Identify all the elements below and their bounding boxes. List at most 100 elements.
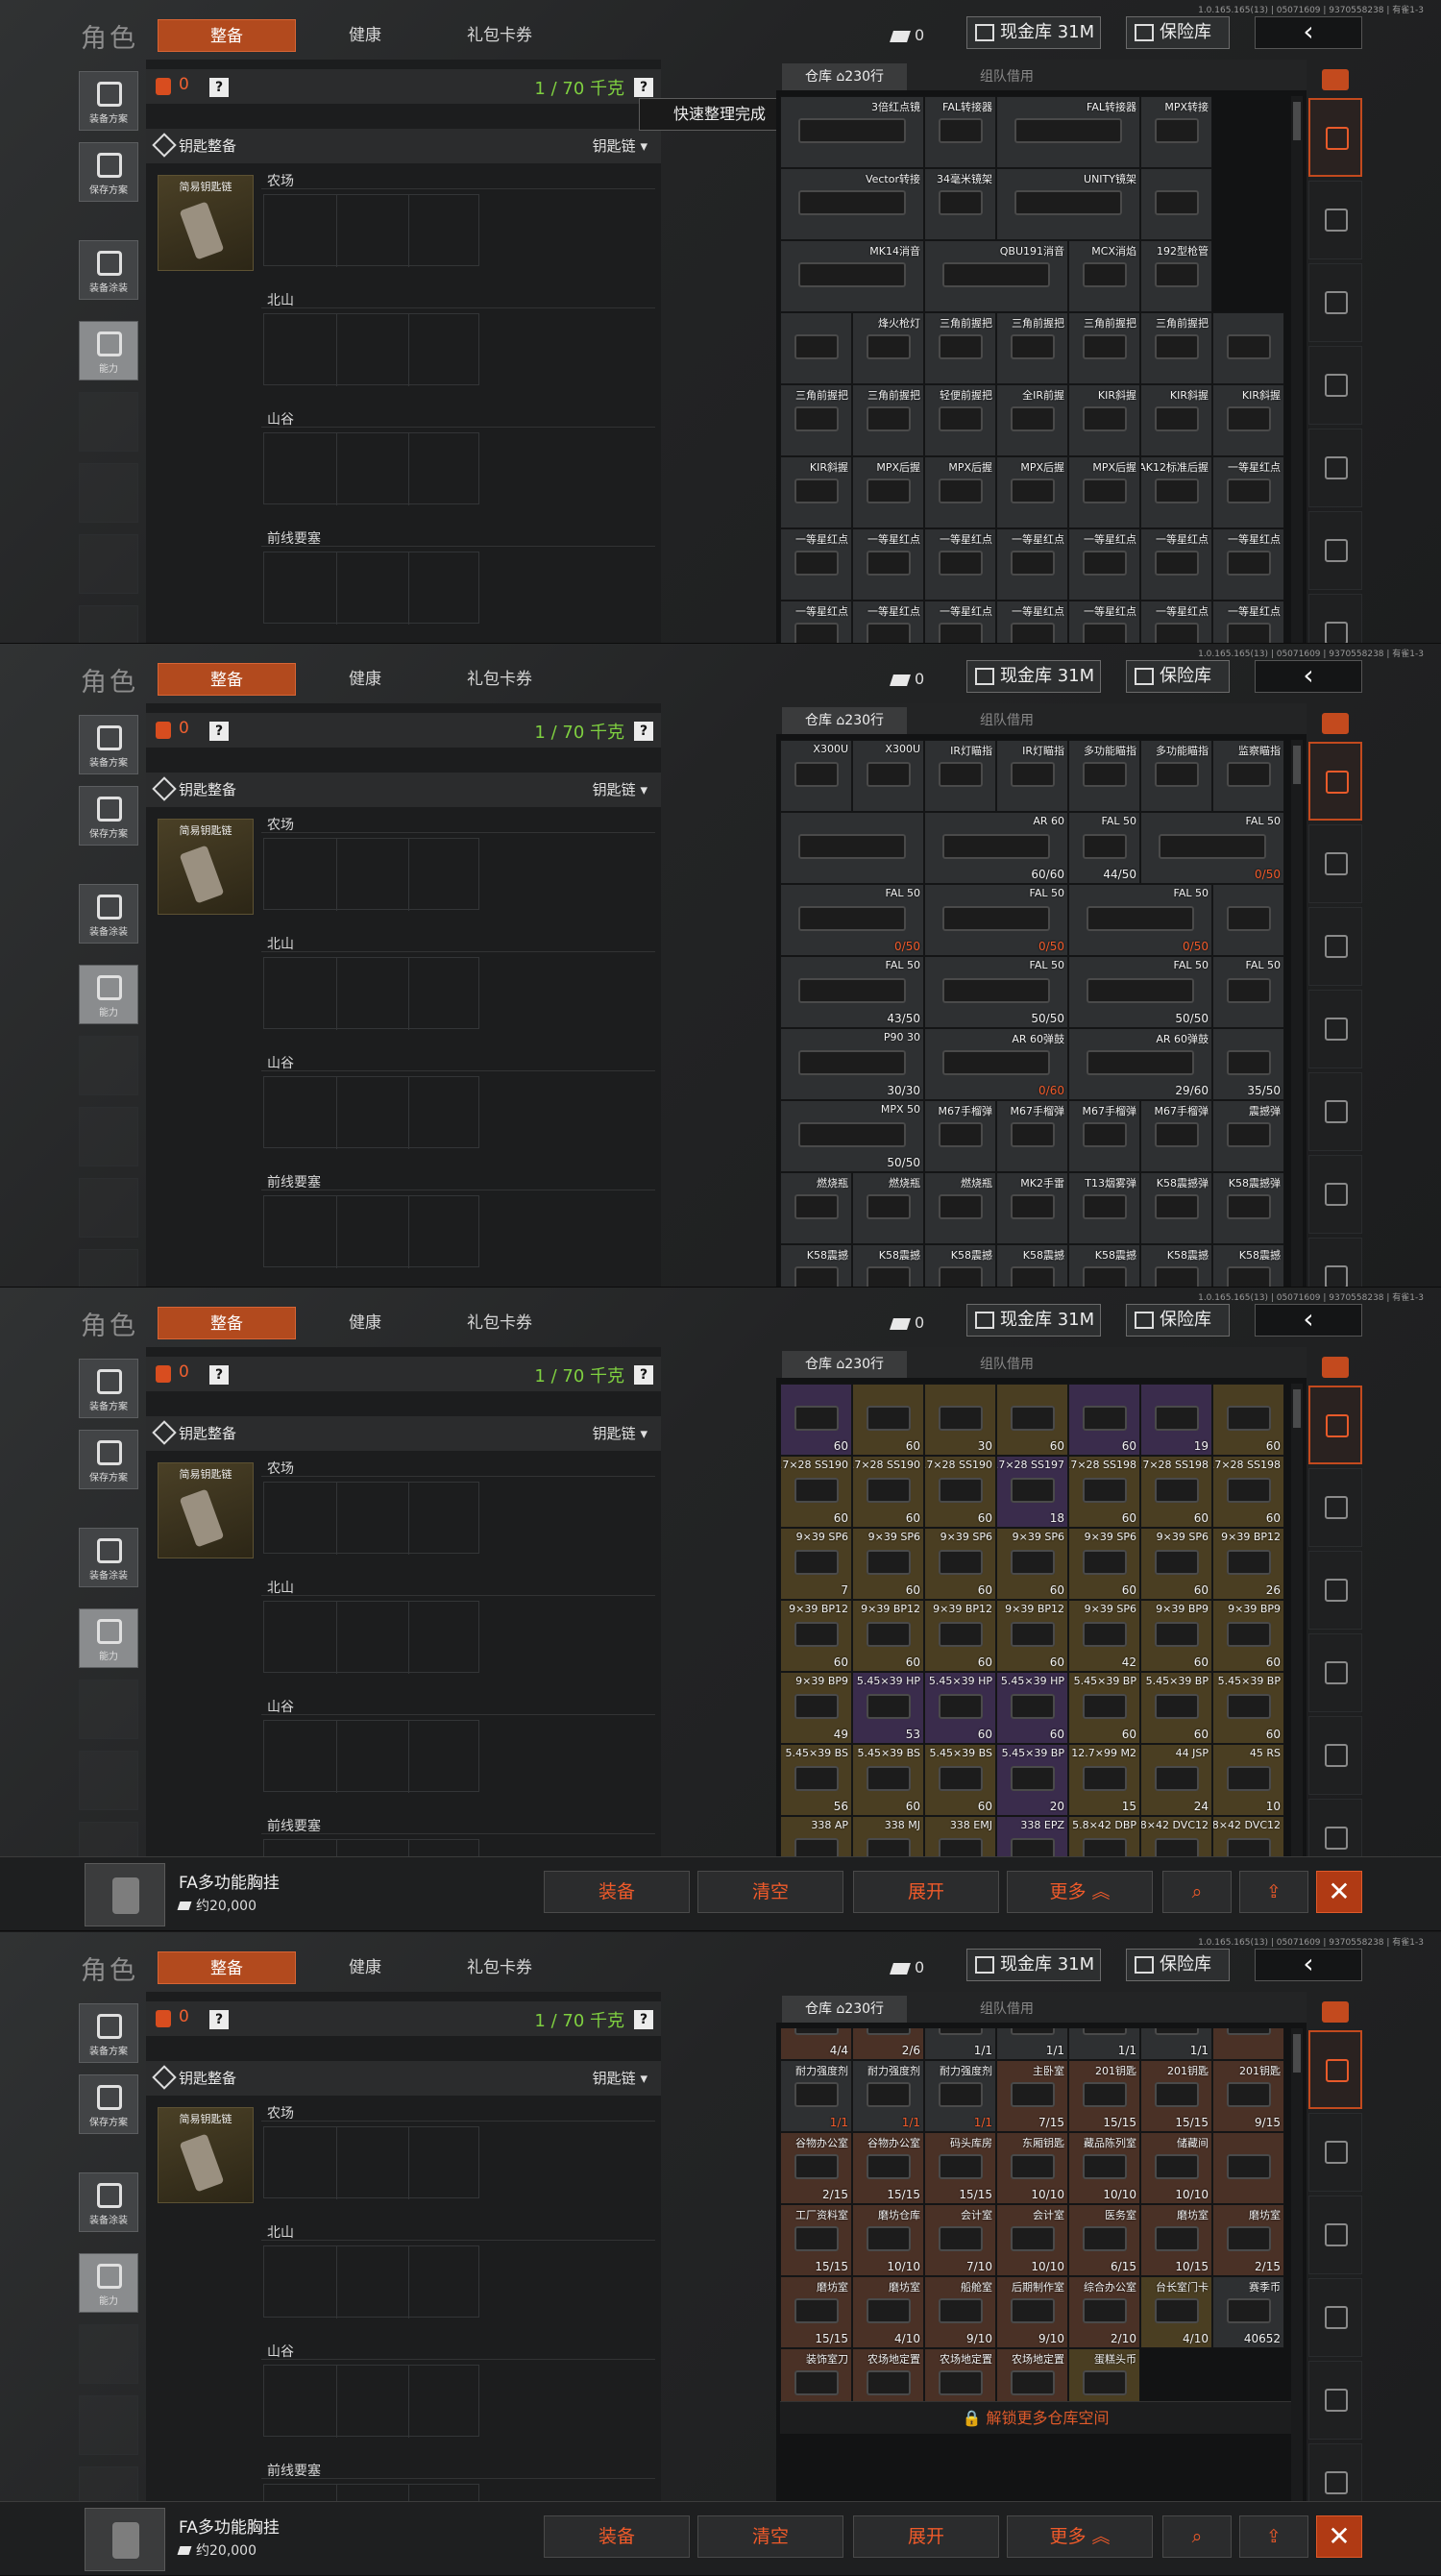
stash-item[interactable]: 一等星红点: [780, 528, 852, 601]
stash-item[interactable]: 一等星红点: [924, 601, 996, 643]
stash-item[interactable]: [780, 812, 924, 884]
stash-item[interactable]: 一等星红点: [1140, 601, 1212, 643]
stash-item[interactable]: 一等星红点: [1212, 601, 1284, 643]
close-button[interactable]: ✕: [1316, 2515, 1362, 2558]
stash-item[interactable]: 一等星红点: [996, 601, 1068, 643]
stash-item[interactable]: 台长室门卡 4/10: [1140, 2276, 1212, 2348]
stash-item[interactable]: [1212, 884, 1284, 956]
stash-item[interactable]: 藏品陈列室 10/10: [1068, 2132, 1140, 2204]
stash-item[interactable]: UNITY镜架: [996, 168, 1140, 240]
tab-gifts[interactable]: 礼包卡券: [437, 1307, 562, 1339]
stash-item[interactable]: 5.45×39 BP 20: [996, 1744, 1068, 1816]
stash-item[interactable]: 工厂资料室 15/15: [780, 2204, 852, 2276]
stash-item[interactable]: MCX消焰: [1068, 240, 1140, 312]
stash-item[interactable]: 9×39 BP12 60: [780, 1600, 852, 1672]
stash-scrollbar[interactable]: [1291, 96, 1303, 643]
stash-item[interactable]: 磨坊室 15/15: [780, 2276, 852, 2348]
category-filter-button[interactable]: [1308, 907, 1362, 986]
stash-item[interactable]: QBU191消音: [924, 240, 1068, 312]
stash-item[interactable]: 34毫米镜架: [924, 168, 996, 240]
stash-item[interactable]: IR灯瞄指: [924, 740, 996, 812]
stash-scrollbar[interactable]: [1291, 2028, 1303, 2575]
stash-item[interactable]: 综合办公室 2/10: [1068, 2276, 1140, 2348]
stash-item[interactable]: 一等星红点: [1212, 456, 1284, 528]
tab-gifts[interactable]: 礼包卡券: [437, 663, 562, 696]
stash-item[interactable]: 60: [1212, 1384, 1284, 1456]
stash-item[interactable]: 储藏间 10/10: [1140, 2132, 1212, 2204]
stash-item[interactable]: 主卧室 7/15: [996, 2060, 1068, 2132]
tab-health[interactable]: 健康: [317, 1951, 413, 1984]
safe-vault-button[interactable]: 保险库: [1126, 1304, 1230, 1337]
stash-item[interactable]: M67手榴弹: [1140, 1100, 1212, 1172]
safe-vault-button[interactable]: 保险库: [1126, 16, 1230, 49]
stash-item[interactable]: K58震撼: [1140, 1244, 1212, 1287]
tab-team-borrow[interactable]: 组队借用: [949, 707, 1064, 734]
tab-stash[interactable]: 仓库 ⌂230行: [782, 1351, 907, 1378]
left-nav-button[interactable]: 装备涂装: [79, 240, 138, 300]
tab-stash[interactable]: 仓库 ⌂230行: [782, 63, 907, 90]
back-button[interactable]: ‹: [1255, 16, 1362, 49]
left-nav-button[interactable]: 能力: [79, 1608, 138, 1668]
stash-item[interactable]: 船舱室 9/10: [924, 2276, 996, 2348]
stash-item[interactable]: FAL 50 44/50: [1068, 812, 1140, 884]
stash-item[interactable]: 9×39 BP9 60: [1140, 1600, 1212, 1672]
category-filter-button[interactable]: [1308, 511, 1362, 590]
unlock-more-button[interactable]: 🔒 解锁更多仓库空间: [780, 2401, 1291, 2434]
scroll-thumb[interactable]: [1293, 1389, 1301, 1428]
cash-vault-button[interactable]: 现金库 31M: [966, 1304, 1101, 1337]
stash-scrollbar[interactable]: [1291, 740, 1303, 1287]
stash-item[interactable]: 60: [852, 1384, 924, 1456]
stash-item[interactable]: 9×39 SP6 60: [1140, 1528, 1212, 1600]
stash-item[interactable]: 60: [1068, 1384, 1140, 1456]
left-nav-button[interactable]: 装备涂装: [79, 1528, 138, 1587]
stash-item[interactable]: 一等星红点: [780, 601, 852, 643]
stash-item[interactable]: 燃烧瓶: [852, 1172, 924, 1244]
stash-item[interactable]: 5.7×28 SS197 18: [996, 1456, 1068, 1528]
stash-item[interactable]: 烽火枪灯: [852, 312, 924, 384]
search-button[interactable]: ⌕: [1162, 1871, 1232, 1913]
stash-item[interactable]: K58震撼弹: [1140, 1172, 1212, 1244]
tab-gear[interactable]: 整备: [158, 663, 296, 696]
stash-item[interactable]: 9×39 SP6 60: [996, 1528, 1068, 1600]
stash-item[interactable]: M67手榴弹: [996, 1100, 1068, 1172]
stash-item[interactable]: 30: [924, 1384, 996, 1456]
keychain-dropdown[interactable]: 钥匙链 ▾: [593, 1423, 647, 1443]
stash-item[interactable]: 9×39 SP6 60: [1068, 1528, 1140, 1600]
stash-item[interactable]: AK12标准后握: [1140, 456, 1212, 528]
stash-item[interactable]: 多功能瞄指: [1140, 740, 1212, 812]
tab-health[interactable]: 健康: [317, 663, 413, 696]
sell-button[interactable]: ⇪: [1239, 1871, 1308, 1913]
category-filter-button[interactable]: [1308, 1633, 1362, 1712]
search-button[interactable]: ⌕: [1162, 2515, 1232, 2558]
stash-item[interactable]: 一等星红点: [1140, 528, 1212, 601]
stash-item[interactable]: 9×39 BP12 26: [1212, 1528, 1284, 1600]
stash-item[interactable]: FAL 50 0/50: [1140, 812, 1284, 884]
scroll-thumb[interactable]: [1293, 2034, 1301, 2073]
stash-item[interactable]: K58震撼: [1212, 1244, 1284, 1287]
stash-item[interactable]: 5.45×39 HP 60: [924, 1672, 996, 1744]
stash-item[interactable]: 5.7×28 SS190 60: [852, 1456, 924, 1528]
key-slot-grid[interactable]: [263, 1720, 479, 1793]
category-filter-button[interactable]: [1308, 1155, 1362, 1234]
stash-item[interactable]: K58震撼: [780, 1244, 852, 1287]
back-button[interactable]: ‹: [1255, 660, 1362, 693]
stash-item[interactable]: [780, 312, 852, 384]
stash-item[interactable]: 3倍红点镜: [780, 96, 924, 168]
tab-gear[interactable]: 整备: [158, 1951, 296, 1984]
sort-icon[interactable]: [1322, 69, 1349, 90]
left-nav-button[interactable]: 能力: [79, 965, 138, 1024]
category-filter-button[interactable]: [1308, 2113, 1362, 2192]
stash-item[interactable]: 9×39 BP9 49: [780, 1672, 852, 1744]
stash-item[interactable]: 60: [996, 1384, 1068, 1456]
stash-item[interactable]: 耐力强度剂 1/1: [852, 2060, 924, 2132]
more-button[interactable]: 更多 ︽: [1007, 2515, 1153, 2558]
tab-gear[interactable]: 整备: [158, 19, 296, 52]
tab-gear[interactable]: 整备: [158, 1307, 296, 1339]
left-nav-button[interactable]: 能力: [79, 321, 138, 380]
stash-item[interactable]: FAL 50 43/50: [780, 956, 924, 1028]
keychain-row[interactable]: 钥匙整备 钥匙链 ▾: [146, 2061, 661, 2096]
stash-item[interactable]: P90 30 30/30: [780, 1028, 924, 1100]
stash-item[interactable]: 192型枪管: [1140, 240, 1212, 312]
expand-button[interactable]: 展开: [853, 1871, 999, 1913]
stash-item[interactable]: [1212, 312, 1284, 384]
